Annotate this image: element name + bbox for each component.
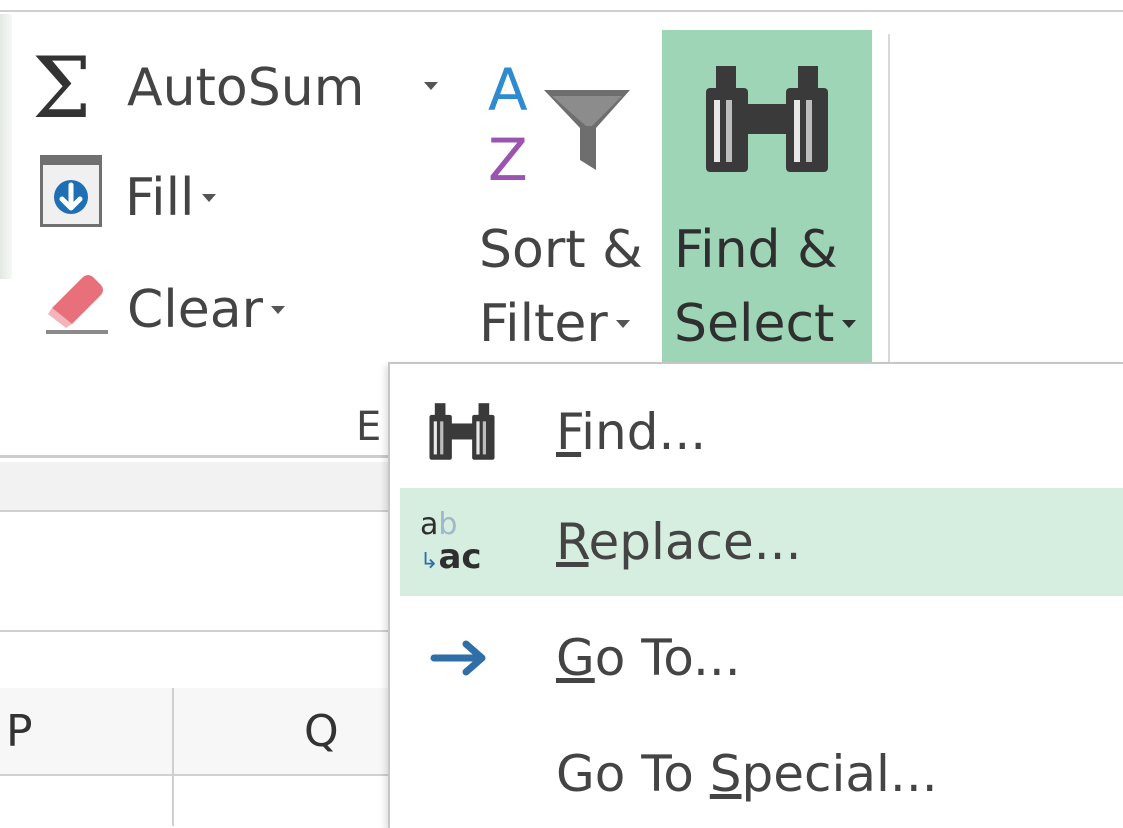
eraser-icon <box>46 275 108 334</box>
find-hotkey: F <box>556 403 582 461</box>
column-header-row <box>0 688 400 774</box>
find-select-line1: Find & <box>674 220 838 280</box>
column-divider <box>172 688 174 826</box>
column-header-q[interactable]: Q <box>304 706 339 757</box>
menu-item-find[interactable]: Find... <box>400 378 1123 486</box>
group-label: E <box>356 404 382 450</box>
find-select-label: Find & Select <box>674 224 857 350</box>
menu-item-replace[interactable]: ab ↳ac Replace... <box>400 488 1123 596</box>
formula-bar[interactable] <box>0 512 400 630</box>
goto-hotkey: G <box>556 629 595 687</box>
menu-item-find-label: Find... <box>556 403 706 461</box>
goto-special-hotkey: S <box>709 745 742 803</box>
find-label-rest: ind... <box>581 403 707 461</box>
menu-item-goto-label: Go To... <box>556 629 741 687</box>
clear-label: Clear <box>127 280 263 340</box>
sigma-icon: Σ <box>32 39 92 137</box>
replace-abc-icon: ab ↳ac <box>420 507 482 577</box>
find-select-line2: Select <box>674 294 835 354</box>
svg-text:A: A <box>488 56 528 124</box>
chevron-down-icon <box>271 306 285 314</box>
fill-label: Fill <box>125 168 195 228</box>
menu-item-goto-special[interactable]: Go To Special... <box>400 720 1123 828</box>
goto-special-label-rest: pecial... <box>741 745 938 803</box>
column-header-p[interactable]: P <box>6 706 33 757</box>
chevron-down-icon <box>615 320 630 328</box>
chevron-down-icon <box>424 81 438 90</box>
chevron-down-icon <box>202 194 217 202</box>
menu-item-replace-label: Replace... <box>556 513 801 571</box>
formula-bar-area <box>0 462 400 510</box>
find-select-menu: Find... ab ↳ac Replace... Go To... Go To… <box>388 362 1123 828</box>
replace-hotkey: R <box>556 513 589 571</box>
fill-down-icon <box>40 155 102 227</box>
ribbon-left-edge <box>0 14 12 279</box>
chevron-down-icon <box>842 320 857 328</box>
arrow-right-icon <box>430 640 486 676</box>
column-header-bottom-border <box>0 774 400 776</box>
fill-label-wrap: Fill <box>125 172 217 224</box>
goto-special-pre: Go To <box>556 745 710 803</box>
binoculars-icon <box>706 66 828 172</box>
binoculars-icon <box>429 403 495 460</box>
formula-bar-bottom-border <box>0 630 400 632</box>
clear-label-wrap: Clear <box>127 284 285 336</box>
menu-item-goto[interactable]: Go To... <box>400 604 1123 712</box>
autosum-label: AutoSum <box>127 58 365 118</box>
ribbon-top-border <box>0 10 1123 12</box>
sort-filter-icon: A Z <box>488 56 630 192</box>
sort-filter-label: Sort & Filter <box>479 224 649 350</box>
goto-label-rest: o To... <box>594 629 741 687</box>
autosum-dropdown-arrow[interactable] <box>416 78 438 97</box>
replace-label-rest: eplace... <box>588 513 802 571</box>
menu-item-goto-special-label: Go To Special... <box>556 745 938 803</box>
svg-text:Z: Z <box>488 126 528 192</box>
ribbon-group-separator <box>888 34 890 364</box>
sort-filter-line2: Filter <box>479 294 608 354</box>
sort-filter-line1: Sort & <box>479 220 643 280</box>
